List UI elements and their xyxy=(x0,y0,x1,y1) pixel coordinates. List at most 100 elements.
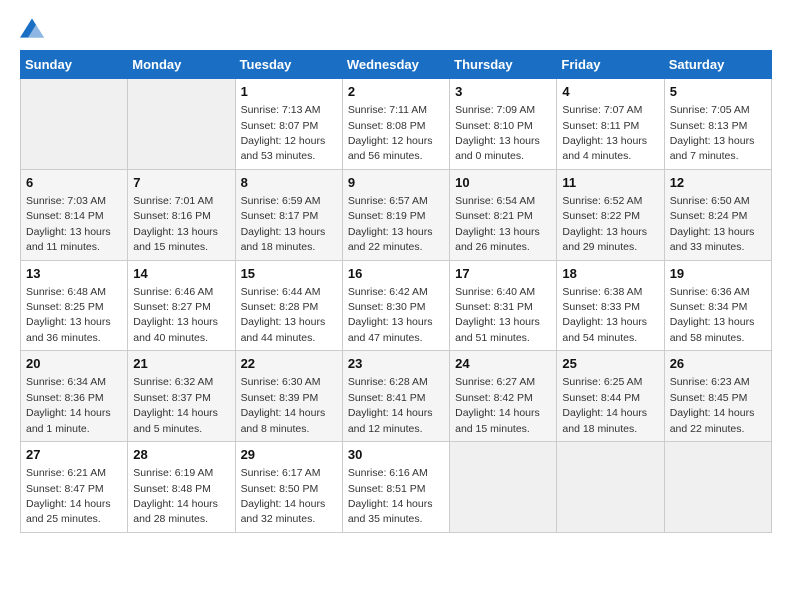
day-sunrise: Sunrise: 6:25 AM xyxy=(562,376,642,388)
calendar-week-row: 27 Sunrise: 6:21 AM Sunset: 8:47 PM Dayl… xyxy=(21,442,772,533)
day-daylight: Daylight: 13 hours and 4 minutes. xyxy=(562,135,647,162)
day-sunrise: Sunrise: 6:46 AM xyxy=(133,286,213,298)
day-sunset: Sunset: 8:47 PM xyxy=(26,483,104,495)
day-number: 23 xyxy=(348,355,444,373)
day-daylight: Daylight: 12 hours and 56 minutes. xyxy=(348,135,433,162)
day-number: 1 xyxy=(241,83,337,101)
day-sunrise: Sunrise: 6:28 AM xyxy=(348,376,428,388)
day-sunrise: Sunrise: 7:11 AM xyxy=(348,104,427,116)
calendar-day-cell: 3 Sunrise: 7:09 AM Sunset: 8:10 PM Dayli… xyxy=(450,79,557,170)
calendar-day-cell: 22 Sunrise: 6:30 AM Sunset: 8:39 PM Dayl… xyxy=(235,351,342,442)
calendar-day-cell xyxy=(450,442,557,533)
day-sunrise: Sunrise: 6:42 AM xyxy=(348,286,428,298)
day-number: 12 xyxy=(670,174,766,192)
calendar-day-cell: 20 Sunrise: 6:34 AM Sunset: 8:36 PM Dayl… xyxy=(21,351,128,442)
day-number: 26 xyxy=(670,355,766,373)
day-number: 20 xyxy=(26,355,122,373)
calendar-week-row: 6 Sunrise: 7:03 AM Sunset: 8:14 PM Dayli… xyxy=(21,169,772,260)
day-sunrise: Sunrise: 6:34 AM xyxy=(26,376,106,388)
day-sunrise: Sunrise: 6:27 AM xyxy=(455,376,535,388)
day-daylight: Daylight: 14 hours and 12 minutes. xyxy=(348,407,433,434)
weekday-header: Friday xyxy=(557,51,664,79)
day-daylight: Daylight: 13 hours and 44 minutes. xyxy=(241,316,326,343)
day-daylight: Daylight: 13 hours and 22 minutes. xyxy=(348,226,433,253)
day-sunset: Sunset: 8:36 PM xyxy=(26,392,104,404)
calendar-day-cell: 6 Sunrise: 7:03 AM Sunset: 8:14 PM Dayli… xyxy=(21,169,128,260)
day-sunrise: Sunrise: 6:59 AM xyxy=(241,195,321,207)
day-daylight: Daylight: 13 hours and 47 minutes. xyxy=(348,316,433,343)
day-sunrise: Sunrise: 6:19 AM xyxy=(133,467,213,479)
day-sunrise: Sunrise: 6:16 AM xyxy=(348,467,428,479)
day-daylight: Daylight: 12 hours and 53 minutes. xyxy=(241,135,326,162)
day-sunset: Sunset: 8:19 PM xyxy=(348,210,426,222)
day-sunrise: Sunrise: 6:50 AM xyxy=(670,195,750,207)
day-number: 28 xyxy=(133,446,229,464)
day-sunset: Sunset: 8:21 PM xyxy=(455,210,533,222)
calendar-day-cell: 10 Sunrise: 6:54 AM Sunset: 8:21 PM Dayl… xyxy=(450,169,557,260)
day-sunrise: Sunrise: 6:21 AM xyxy=(26,467,106,479)
day-sunset: Sunset: 8:34 PM xyxy=(670,301,748,313)
day-sunset: Sunset: 8:13 PM xyxy=(670,120,748,132)
day-sunset: Sunset: 8:08 PM xyxy=(348,120,426,132)
calendar-day-cell: 12 Sunrise: 6:50 AM Sunset: 8:24 PM Dayl… xyxy=(664,169,771,260)
calendar-day-cell xyxy=(128,79,235,170)
day-daylight: Daylight: 14 hours and 8 minutes. xyxy=(241,407,326,434)
day-sunset: Sunset: 8:41 PM xyxy=(348,392,426,404)
day-daylight: Daylight: 13 hours and 29 minutes. xyxy=(562,226,647,253)
day-daylight: Daylight: 13 hours and 11 minutes. xyxy=(26,226,111,253)
day-daylight: Daylight: 13 hours and 54 minutes. xyxy=(562,316,647,343)
day-sunrise: Sunrise: 6:36 AM xyxy=(670,286,750,298)
day-sunrise: Sunrise: 7:07 AM xyxy=(562,104,642,116)
day-number: 3 xyxy=(455,83,551,101)
day-sunset: Sunset: 8:14 PM xyxy=(26,210,104,222)
calendar-day-cell: 26 Sunrise: 6:23 AM Sunset: 8:45 PM Dayl… xyxy=(664,351,771,442)
day-sunrise: Sunrise: 6:23 AM xyxy=(670,376,750,388)
day-daylight: Daylight: 13 hours and 0 minutes. xyxy=(455,135,540,162)
day-daylight: Daylight: 14 hours and 5 minutes. xyxy=(133,407,218,434)
day-daylight: Daylight: 13 hours and 15 minutes. xyxy=(133,226,218,253)
day-sunset: Sunset: 8:07 PM xyxy=(241,120,319,132)
day-sunset: Sunset: 8:30 PM xyxy=(348,301,426,313)
calendar-day-cell: 8 Sunrise: 6:59 AM Sunset: 8:17 PM Dayli… xyxy=(235,169,342,260)
day-sunset: Sunset: 8:39 PM xyxy=(241,392,319,404)
calendar-day-cell: 24 Sunrise: 6:27 AM Sunset: 8:42 PM Dayl… xyxy=(450,351,557,442)
day-sunrise: Sunrise: 7:05 AM xyxy=(670,104,750,116)
day-daylight: Daylight: 14 hours and 35 minutes. xyxy=(348,498,433,525)
weekday-header: Wednesday xyxy=(342,51,449,79)
day-sunrise: Sunrise: 6:30 AM xyxy=(241,376,321,388)
day-number: 18 xyxy=(562,265,658,283)
calendar-day-cell: 25 Sunrise: 6:25 AM Sunset: 8:44 PM Dayl… xyxy=(557,351,664,442)
day-sunset: Sunset: 8:25 PM xyxy=(26,301,104,313)
day-number: 7 xyxy=(133,174,229,192)
weekday-header: Monday xyxy=(128,51,235,79)
day-daylight: Daylight: 13 hours and 36 minutes. xyxy=(26,316,111,343)
day-sunset: Sunset: 8:50 PM xyxy=(241,483,319,495)
day-sunset: Sunset: 8:10 PM xyxy=(455,120,533,132)
day-sunset: Sunset: 8:28 PM xyxy=(241,301,319,313)
day-number: 17 xyxy=(455,265,551,283)
day-number: 8 xyxy=(241,174,337,192)
day-number: 24 xyxy=(455,355,551,373)
day-sunset: Sunset: 8:33 PM xyxy=(562,301,640,313)
day-sunrise: Sunrise: 7:13 AM xyxy=(241,104,321,116)
day-daylight: Daylight: 14 hours and 22 minutes. xyxy=(670,407,755,434)
day-sunrise: Sunrise: 7:09 AM xyxy=(455,104,535,116)
weekday-header-row: SundayMondayTuesdayWednesdayThursdayFrid… xyxy=(21,51,772,79)
calendar-day-cell xyxy=(557,442,664,533)
day-sunrise: Sunrise: 6:44 AM xyxy=(241,286,321,298)
day-sunset: Sunset: 8:42 PM xyxy=(455,392,533,404)
day-daylight: Daylight: 13 hours and 33 minutes. xyxy=(670,226,755,253)
day-daylight: Daylight: 13 hours and 18 minutes. xyxy=(241,226,326,253)
calendar-week-row: 13 Sunrise: 6:48 AM Sunset: 8:25 PM Dayl… xyxy=(21,260,772,351)
day-number: 15 xyxy=(241,265,337,283)
day-sunset: Sunset: 8:16 PM xyxy=(133,210,211,222)
day-number: 10 xyxy=(455,174,551,192)
day-number: 29 xyxy=(241,446,337,464)
day-number: 14 xyxy=(133,265,229,283)
day-daylight: Daylight: 14 hours and 25 minutes. xyxy=(26,498,111,525)
day-number: 25 xyxy=(562,355,658,373)
day-sunrise: Sunrise: 7:03 AM xyxy=(26,195,106,207)
day-sunset: Sunset: 8:45 PM xyxy=(670,392,748,404)
calendar-day-cell: 17 Sunrise: 6:40 AM Sunset: 8:31 PM Dayl… xyxy=(450,260,557,351)
calendar-day-cell: 11 Sunrise: 6:52 AM Sunset: 8:22 PM Dayl… xyxy=(557,169,664,260)
